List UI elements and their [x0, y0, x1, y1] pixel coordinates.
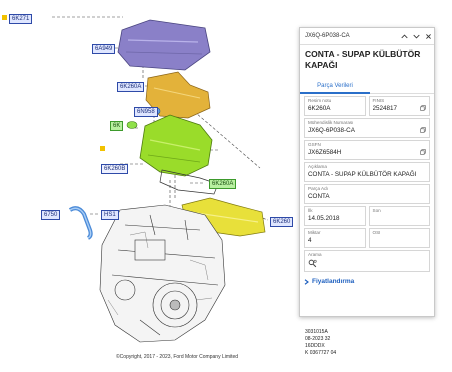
callout-6k260a[interactable]: 6K260A	[117, 82, 145, 92]
part-fields: Resim notu 6K260A FINIS 2524817 Mühendis…	[300, 94, 434, 272]
tab-parca-verileri[interactable]: Parça Verileri	[300, 79, 370, 94]
panel-header: JX6Q-6P038-CA	[300, 28, 434, 45]
field-value: 14.05.2018	[308, 215, 340, 222]
callout-6750[interactable]: 6750	[41, 210, 61, 220]
chevron-up-icon[interactable]	[398, 28, 410, 44]
field-value: 6K260A	[308, 105, 331, 112]
field-gsfn: GSFN JX6Z6584H	[304, 140, 430, 160]
callout-6k260[interactable]: 6K260	[270, 217, 294, 227]
field-label: Son	[372, 208, 381, 213]
callout-6a949[interactable]: 6A949	[92, 44, 116, 54]
field-miktar: Miktar 4	[304, 228, 366, 248]
engine-block	[99, 204, 226, 343]
panel-tabs: Parça Verileri	[300, 79, 434, 94]
rocker-cover	[139, 114, 213, 177]
highlight-marker	[2, 15, 7, 20]
callout-6k[interactable]: 6K	[110, 121, 124, 131]
field-label: Arama	[308, 252, 322, 257]
field-value: CONTA	[308, 193, 330, 200]
field-value: JX6Z6584H	[308, 149, 342, 156]
highlight-marker	[100, 146, 105, 151]
callout-hs1[interactable]: HS1	[101, 210, 119, 220]
drawing-reference: 3031015A 08-2023 32 16DDDX K 0367727 04	[305, 329, 337, 356]
field-arama[interactable]: Arama	[304, 250, 430, 272]
field-parca-adi: Parça Adı CONTA	[304, 184, 430, 204]
field-muhendislik-numarasi: Mühendislik Numarası JX6Q-6P038-CA	[304, 118, 430, 138]
field-label: OSI	[372, 230, 381, 235]
pricing-link[interactable]: Fiyatlandırma	[300, 274, 434, 289]
field-osi: OSI	[368, 228, 430, 248]
chevron-down-icon[interactable]	[410, 28, 422, 44]
field-finis: FINIS 2524817	[368, 96, 430, 116]
copy-icon[interactable]	[420, 127, 426, 133]
copy-icon[interactable]	[420, 149, 426, 155]
field-value: 2524817	[372, 105, 398, 112]
chevron-right-icon	[304, 278, 309, 285]
panel-part-number: JX6Q-6P038-CA	[305, 33, 350, 39]
close-icon[interactable]	[422, 28, 434, 44]
exploded-parts-diagram: 6K271 6A949 6K260A 6N958 6K 6K260B 6K260…	[0, 0, 300, 372]
copy-icon[interactable]	[420, 105, 426, 111]
panel-title: CONTA - SUPAP KÜLBÜTÖR KAPAĞI	[305, 49, 421, 70]
field-aciklama: Açıklama CONTA - SUPAP KÜLBÜTÖR KAPAĞI	[304, 162, 430, 182]
callout-6k271[interactable]: 6K271	[9, 14, 33, 24]
field-son: Son	[368, 206, 430, 226]
callout-6k260b[interactable]: 6K260B	[101, 164, 129, 174]
search-icon[interactable]	[308, 259, 317, 268]
part-details-panel: JX6Q-6P038-CA CONTA - SUPAP KÜLBÜTÖR KAP…	[299, 27, 435, 317]
field-value: CONTA - SUPAP KÜLBÜTÖR KAPAĞI	[308, 171, 417, 178]
field-value: 4	[308, 237, 312, 244]
diagram-drawing	[52, 16, 269, 343]
copyright-text: ©Copyright, 2017 - 2023, Ford Motor Comp…	[116, 354, 239, 360]
field-ilk: İlk 14.05.2018	[304, 206, 366, 226]
engine-cover	[117, 19, 211, 71]
field-resim-notu: Resim notu 6K260A	[304, 96, 366, 116]
callout-6k260a-selected[interactable]: 6K260A	[209, 179, 237, 189]
pricing-label: Fiyatlandırma	[312, 278, 355, 285]
callout-6n958[interactable]: 6N958	[134, 107, 158, 117]
field-value: JX6Q-6P038-CA	[308, 127, 355, 134]
